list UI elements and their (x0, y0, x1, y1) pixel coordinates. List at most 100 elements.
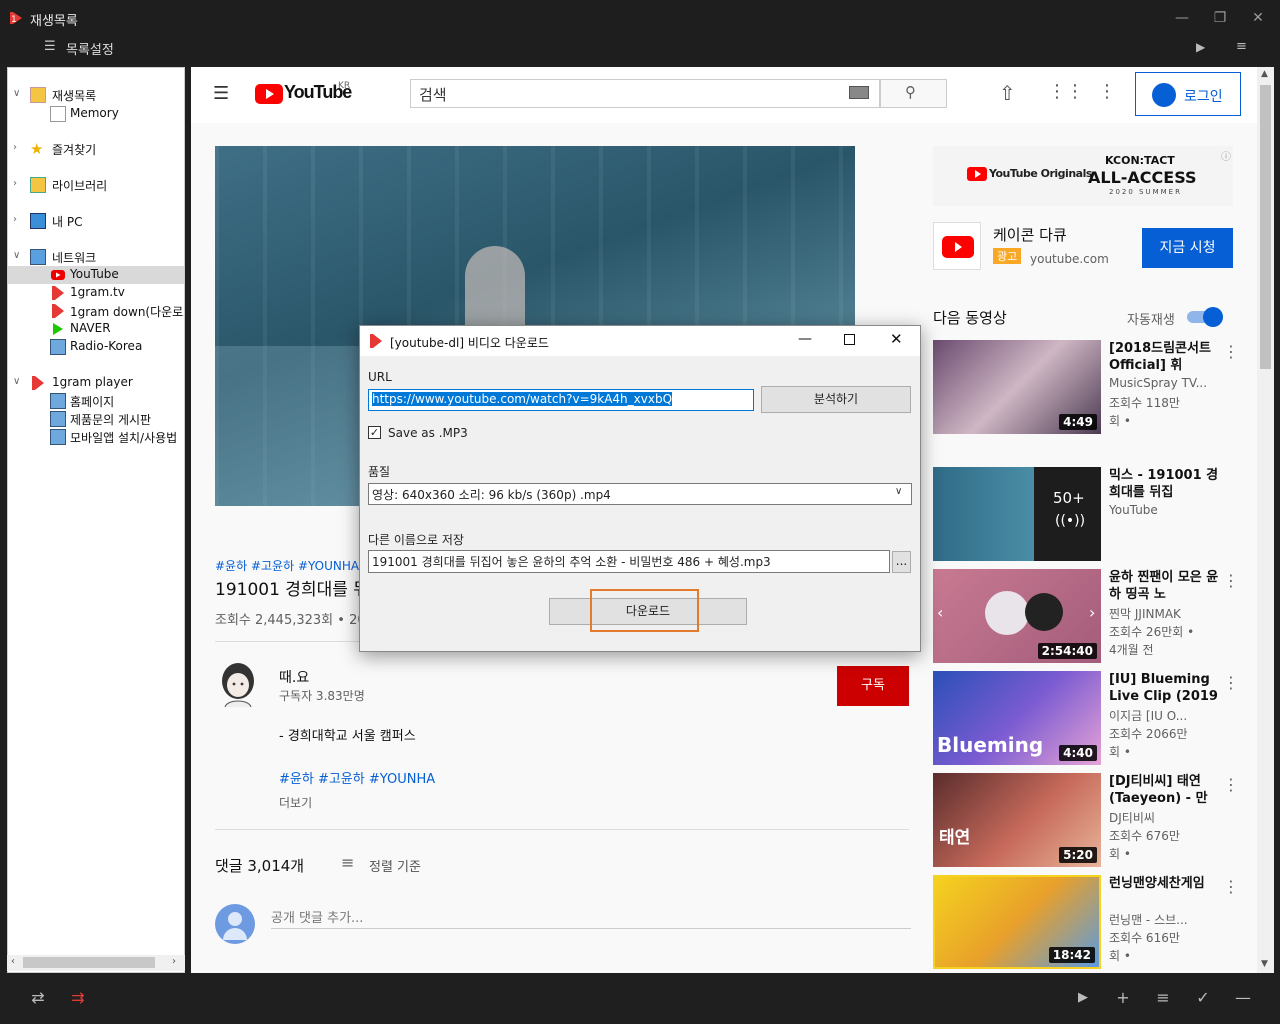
rec-thumbnail[interactable]: 4:49 (933, 340, 1101, 434)
chevron-down-icon[interactable]: ∨ (13, 88, 20, 99)
app-logo-icon (370, 334, 382, 348)
rec-thumbnail[interactable]: ‹ › 2:54:40 (933, 569, 1101, 663)
sidebar-scrollbar[interactable]: ‹ › (7, 955, 185, 971)
restore-icon[interactable]: ❐ (1210, 8, 1230, 28)
tree-item-network[interactable]: ∨ 네트워크 (8, 248, 184, 266)
shuffle-icon[interactable]: ⇉ (67, 988, 89, 1007)
chevron-right-icon[interactable]: › (13, 214, 17, 225)
search-button[interactable]: ⚲ (880, 79, 947, 108)
apps-grid-icon[interactable]: ⋮⋮ (1048, 81, 1084, 102)
web-icon (50, 411, 66, 427)
toolbar: ☰ 목록설정 ▶ ≡ (0, 36, 1280, 62)
search-input[interactable]: 검색 (410, 79, 880, 108)
keyboard-icon[interactable] (849, 86, 869, 99)
more-vertical-icon[interactable]: ⋮ (1223, 342, 1239, 361)
tree-item-homepage[interactable]: 홈페이지 (8, 392, 184, 410)
chevron-right-icon[interactable]: › (13, 178, 17, 189)
info-icon[interactable]: ⓘ (1221, 148, 1231, 163)
rec-video-4[interactable]: Blueming 4:40 [IU] Blueming Live Clip (2… (933, 671, 1243, 767)
show-more-link[interactable]: 더보기 (279, 794, 312, 811)
tree-item-my-pc[interactable]: › 내 PC (8, 212, 184, 230)
play-icon[interactable]: ▶ (1072, 990, 1094, 1005)
tree-item-1gram-down[interactable]: 1gram down(다운로드 (8, 302, 184, 320)
watch-now-button[interactable]: 지금 시청 (1142, 228, 1233, 268)
tree-item-1gram-tv[interactable]: 1gram.tv (8, 284, 184, 302)
rec-thumbnail[interactable]: 50+ ((•)) (933, 467, 1101, 561)
repeat-icon[interactable]: ⇄ (27, 988, 49, 1007)
maximize-icon[interactable] (844, 334, 855, 345)
subscriber-count: 구독자 3.83만명 (279, 689, 365, 703)
url-input[interactable]: https://www.youtube.com/watch?v=9kA4h_xv… (368, 389, 754, 411)
rec-video-2[interactable]: 50+ ((•)) 믹스 - 191001 경희대를 뒤집 YouTube (933, 467, 1243, 563)
add-icon[interactable]: + (1112, 988, 1134, 1007)
youtube-logo-icon[interactable] (255, 84, 283, 104)
subscribe-button[interactable]: 구독 (837, 666, 909, 706)
rec-video-1[interactable]: 4:49 [2018드림콘서트 Official] 휘 MusicSpray T… (933, 340, 1243, 436)
analyze-button[interactable]: 분석하기 (761, 386, 911, 413)
more-vertical-icon[interactable]: ⋮ (1098, 81, 1116, 102)
browse-button[interactable]: ... (892, 551, 911, 573)
blueming-overlay: Blueming (937, 733, 1044, 757)
more-vertical-icon[interactable]: ⋮ (1223, 571, 1239, 590)
close-icon[interactable]: ✕ (1248, 8, 1268, 28)
tree-item-youtube[interactable]: YouTube (8, 266, 184, 284)
upload-icon[interactable]: ⇧ (999, 81, 1016, 105)
minimize-icon[interactable]: — (798, 331, 812, 347)
close-icon[interactable]: ✕ (890, 330, 903, 348)
rec-thumbnail[interactable]: 18:42 (933, 875, 1101, 969)
tree-item-1gram-player[interactable]: ∨ 1gram player (8, 374, 184, 392)
more-vertical-icon[interactable]: ⋮ (1223, 775, 1239, 794)
tree-item-mobile-app[interactable]: 모바일앱 설치/사용법 (8, 428, 184, 446)
web-icon (50, 429, 66, 445)
network-icon (30, 249, 46, 265)
tree-item-favorites[interactable]: › ★ 즐겨찾기 (8, 140, 184, 158)
comment-input[interactable]: 공개 댓글 추가... (271, 905, 911, 929)
ad-channel-icon[interactable] (933, 222, 981, 270)
dialog-title: [youtube-dl] 비디오 다운로드 (390, 336, 549, 350)
check-icon[interactable]: ✓ (1192, 988, 1214, 1007)
video-hashtags[interactable]: #윤하 #고윤하 #YOUNHA (215, 557, 359, 574)
menu-icon[interactable]: ☰ (213, 83, 229, 104)
list-settings-button[interactable]: 목록설정 (66, 39, 114, 58)
folder-icon[interactable]: ▶ (1196, 40, 1205, 54)
chevron-down-icon[interactable]: ∨ (13, 250, 20, 261)
filename-input[interactable]: 191001 경희대를 뒤집어 놓은 윤하의 추억 소환 - 비밀번호 486 … (368, 550, 890, 573)
page-scrollbar[interactable]: ▲ ▼ (1257, 67, 1274, 973)
rec-video-5[interactable]: 태연 5:20 [DJ티비씨] 태연(Taeyeon) - 만 DJ티비씨 조회… (933, 773, 1243, 869)
channel-name[interactable]: 때.요 (279, 667, 309, 687)
rec-thumbnail[interactable]: 태연 5:20 (933, 773, 1101, 867)
quality-select[interactable]: 영상: 640x360 소리: 96 kb/s (360p) .mp4 ∨ (368, 483, 912, 505)
sort-icon[interactable]: ≡ (1236, 39, 1247, 54)
playlist-icon[interactable]: ≡ (1152, 988, 1174, 1007)
app-logo-icon: 1 (10, 12, 22, 25)
minimize-icon[interactable]: — (1172, 8, 1192, 28)
tree-item-radio-korea[interactable]: Radio-Korea (8, 338, 184, 356)
sort-button[interactable]: 정렬 기준 (369, 856, 421, 875)
chevron-down-icon[interactable]: ∨ (13, 376, 20, 387)
scroll-thumb[interactable] (23, 957, 155, 968)
login-button[interactable]: 로그인 (1135, 72, 1241, 116)
tree-item-inquiry[interactable]: 제품문의 게시판 (8, 410, 184, 428)
scroll-thumb[interactable] (1260, 85, 1271, 369)
radio-icon (50, 339, 66, 355)
1gram-player-icon (30, 375, 46, 391)
chevron-right-icon[interactable]: › (13, 142, 17, 153)
rec-video-3[interactable]: ‹ › 2:54:40 윤하 찐팬이 모은 윤하 띵곡 노 찐막 JJINMAK… (933, 569, 1243, 665)
more-vertical-icon[interactable]: ⋮ (1223, 673, 1239, 692)
channel-avatar[interactable] (217, 659, 259, 709)
rec-video-6[interactable]: 18:42 런닝맨양세찬게임 런닝맨 - 스브... 조회수 616만 회 • ⋮ (933, 875, 1243, 971)
mp3-checkbox[interactable]: ✓ (368, 426, 381, 439)
sort-icon[interactable]: ≡ (341, 853, 354, 872)
description-hashtags[interactable]: #윤하 #고윤하 #YOUNHA (279, 768, 435, 787)
tree-item-playlist[interactable]: ∨ 재생목록 (8, 86, 184, 104)
youtube-header: ☰ YouTube KR 검색 ⚲ ⇧ ⋮⋮ ⋮ 로그인 (191, 67, 1257, 123)
rec-thumbnail[interactable]: Blueming 4:40 (933, 671, 1101, 765)
tree-item-memory[interactable]: Memory (8, 105, 184, 123)
download-highlight (590, 589, 699, 632)
tree-item-naver[interactable]: NAVER (8, 320, 184, 338)
tree-item-library[interactable]: › 라이브러리 (8, 176, 184, 194)
more-vertical-icon[interactable]: ⋮ (1223, 877, 1239, 896)
autoplay-toggle[interactable] (1187, 307, 1223, 327)
ad-banner[interactable]: YouTube Originals KCON:TACT ALL-ACCESS 2… (933, 146, 1233, 206)
remove-icon[interactable]: — (1232, 988, 1254, 1007)
